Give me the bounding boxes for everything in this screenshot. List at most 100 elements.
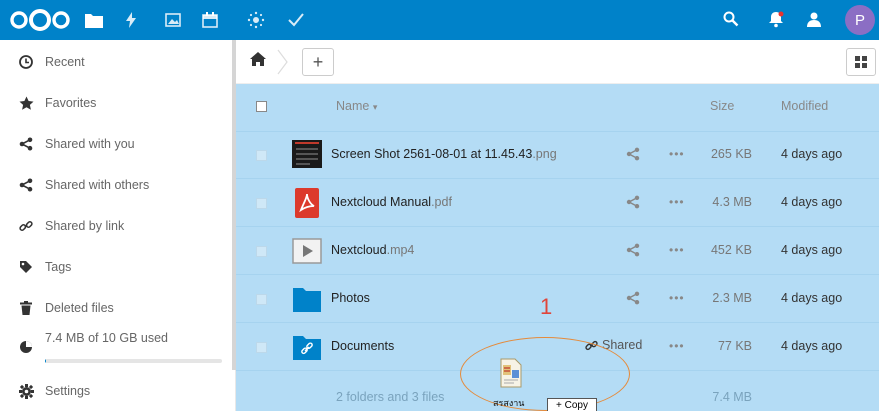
pie-chart-icon xyxy=(18,339,34,355)
avatar-letter: P xyxy=(854,11,865,29)
image-thumbnail-icon xyxy=(292,140,322,168)
table-row[interactable]: Nextcloud.mp4 ••• 452 KB 4 days ago xyxy=(236,227,879,275)
file-size: 265 KB xyxy=(710,147,752,161)
sidebar-item-recent[interactable]: Recent xyxy=(0,42,232,82)
file-modified: 4 days ago xyxy=(781,147,843,161)
dragged-file-icon xyxy=(500,358,522,388)
file-size: 77 KB xyxy=(717,339,752,353)
sidebar-item-label: Tags xyxy=(45,260,72,274)
weather-icon[interactable] xyxy=(246,10,266,30)
new-button[interactable]: + xyxy=(302,48,334,76)
summary-text: 2 folders and 3 files xyxy=(336,390,445,404)
share-icon xyxy=(18,177,34,193)
share-icon[interactable] xyxy=(626,291,640,308)
sidebar-item-deleted-files[interactable]: Deleted files xyxy=(0,288,232,328)
file-base-name: Photos xyxy=(331,291,370,305)
file-list-header: Name ▾ Size Modified xyxy=(236,84,879,132)
sidebar-item-shared-with-you[interactable]: Shared with you xyxy=(0,124,232,164)
row-checkbox[interactable] xyxy=(256,294,267,305)
dragged-file-label: สรสงาน xyxy=(493,398,525,408)
file-extension: .mp4 xyxy=(386,243,415,257)
sidebar-item-label: Deleted files xyxy=(45,301,114,315)
sidebar-item-shared-with-others[interactable]: Shared with others xyxy=(0,165,232,205)
gallery-icon[interactable] xyxy=(163,10,183,30)
size-column-header[interactable]: Size xyxy=(710,99,734,113)
annotation-number: 1 xyxy=(540,294,553,319)
sidebar-item-favorites[interactable]: Favorites xyxy=(0,83,232,123)
sidebar-item-shared-by-link[interactable]: Shared by link xyxy=(0,206,232,246)
file-base-name: Documents xyxy=(331,339,395,353)
row-checkbox[interactable] xyxy=(256,342,267,353)
file-modified: 4 days ago xyxy=(781,195,843,209)
avatar[interactable]: P xyxy=(845,5,875,35)
share-icon[interactable] xyxy=(626,195,640,212)
more-actions-icon[interactable]: ••• xyxy=(669,147,685,161)
share-icon xyxy=(18,136,34,152)
table-row[interactable]: Photos ••• 2.3 MB 4 days ago xyxy=(236,275,879,323)
modified-column-header[interactable]: Modified xyxy=(781,99,828,113)
grid-icon xyxy=(855,56,867,68)
select-all-checkbox[interactable] xyxy=(256,101,267,112)
sidebar: Recent Favorites Shared with you Shared … xyxy=(0,40,236,411)
sidebar-item-label: Shared with you xyxy=(45,137,135,151)
file-name[interactable]: Documents xyxy=(331,339,394,353)
copy-tooltip: + Copy xyxy=(547,398,597,411)
more-actions-icon[interactable]: ••• xyxy=(669,195,685,209)
more-actions-icon[interactable]: ••• xyxy=(669,339,685,353)
folder-icon xyxy=(293,288,321,312)
link-icon xyxy=(18,218,34,234)
file-name[interactable]: Nextcloud.mp4 xyxy=(331,243,414,257)
file-base-name: Screen Shot 2561-08-01 at 11.45.43 xyxy=(331,147,533,161)
more-actions-icon[interactable]: ••• xyxy=(669,243,685,257)
file-modified: 4 days ago xyxy=(781,291,843,305)
sidebar-item-label: Shared with others xyxy=(45,178,150,192)
video-icon xyxy=(292,238,322,264)
activity-icon[interactable] xyxy=(122,10,140,30)
contacts-icon[interactable] xyxy=(805,10,823,31)
file-extension: .png xyxy=(532,147,557,161)
name-column-label: Name xyxy=(336,99,370,113)
annotation-ellipse xyxy=(460,337,630,411)
file-size: 2.3 MB xyxy=(712,291,752,305)
file-name[interactable]: Nextcloud Manual.pdf xyxy=(331,195,452,209)
nextcloud-logo[interactable] xyxy=(8,8,72,35)
plus-icon: + xyxy=(312,51,324,72)
share-icon[interactable] xyxy=(626,243,640,260)
grid-view-button[interactable] xyxy=(846,48,876,76)
quota-progress-bar xyxy=(45,359,222,363)
calendar-icon[interactable] xyxy=(200,10,220,30)
notifications-icon[interactable] xyxy=(768,10,784,31)
sidebar-item-label: Favorites xyxy=(45,96,97,110)
file-size: 452 KB xyxy=(710,243,752,257)
folder-link-icon xyxy=(293,336,321,360)
row-checkbox[interactable] xyxy=(256,198,267,209)
tasks-icon[interactable] xyxy=(286,10,306,30)
pdf-icon xyxy=(295,188,319,218)
file-base-name: Nextcloud Manual xyxy=(331,195,432,209)
search-icon[interactable] xyxy=(722,10,740,31)
controls-bar: + xyxy=(236,40,879,84)
file-name[interactable]: Screen Shot 2561-08-01 at 11.45.43.png xyxy=(331,147,557,161)
breadcrumb-separator-icon xyxy=(277,49,288,75)
table-row[interactable]: Nextcloud Manual.pdf ••• 4.3 MB 4 days a… xyxy=(236,179,879,227)
home-icon[interactable] xyxy=(250,52,266,69)
name-column-header[interactable]: Name ▾ xyxy=(336,99,377,113)
trash-icon xyxy=(18,300,34,316)
share-icon[interactable] xyxy=(626,147,640,164)
file-extension: .pdf xyxy=(431,195,452,209)
quota-progress-fill xyxy=(45,359,46,363)
file-modified: 4 days ago xyxy=(781,339,843,353)
file-size: 4.3 MB xyxy=(712,195,752,209)
files-icon[interactable] xyxy=(84,10,104,48)
row-checkbox[interactable] xyxy=(256,150,267,161)
summary-size: 7.4 MB xyxy=(712,390,752,404)
row-checkbox[interactable] xyxy=(256,246,267,257)
sidebar-item-tags[interactable]: Tags xyxy=(0,247,232,287)
sidebar-item-settings[interactable]: Settings xyxy=(0,371,232,411)
file-name[interactable]: Photos xyxy=(331,291,370,305)
more-actions-icon[interactable]: ••• xyxy=(669,291,685,305)
table-row[interactable]: Screen Shot 2561-08-01 at 11.45.43.png •… xyxy=(236,131,879,179)
sidebar-item-label: Recent xyxy=(45,55,85,69)
sidebar-item-label: Shared by link xyxy=(45,219,125,233)
file-base-name: Nextcloud xyxy=(331,243,387,257)
